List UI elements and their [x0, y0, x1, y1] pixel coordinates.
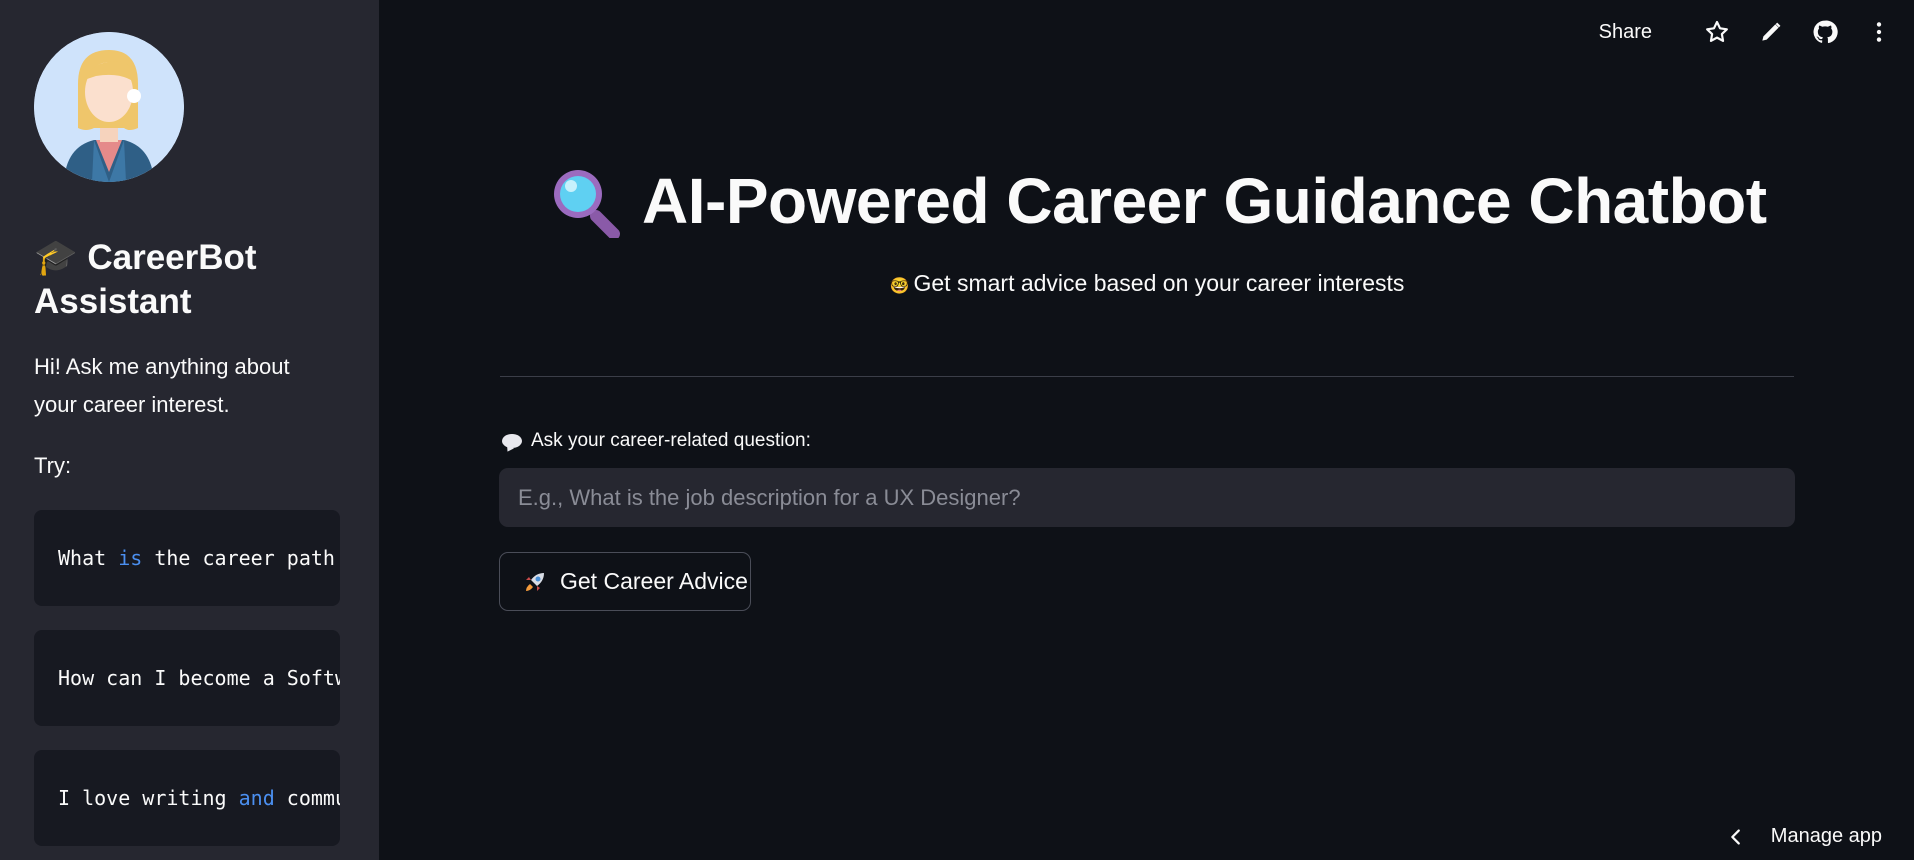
app-window: 🎓 CareerBot Assistant Hi! Ask me anythin… — [0, 0, 1914, 860]
speech-bubble-icon — [502, 434, 522, 448]
get-career-advice-button[interactable]: Get Career Advice — [499, 552, 751, 611]
share-button[interactable]: Share — [1599, 21, 1652, 44]
graduation-cap-icon: 🎓 — [34, 238, 78, 277]
manage-app-button[interactable]: Manage app — [1725, 825, 1882, 848]
example-code-block[interactable]: I love writing and communication skills — [34, 750, 340, 846]
sidebar-intro: Hi! Ask me anything about your career in… — [34, 354, 290, 417]
example-code-block[interactable]: What is the career path for a Data Scien… — [34, 510, 340, 606]
question-input-label: Ask your career-related question: — [502, 430, 811, 452]
pencil-icon[interactable] — [1756, 17, 1786, 47]
magnifier-icon — [548, 164, 622, 240]
sidebar-try-label: Try: — [34, 453, 72, 478]
sidebar: 🎓 CareerBot Assistant Hi! Ask me anythin… — [0, 0, 379, 860]
question-input[interactable] — [499, 468, 1795, 527]
page-title: AI-Powered Career Guidance Chatbot — [642, 165, 1767, 237]
page-subtitle: 🤓 Get smart advice based on your career i… — [500, 270, 1794, 297]
more-vertical-icon[interactable] — [1864, 17, 1894, 47]
question-label-text: Ask your career-related question: — [531, 430, 811, 451]
top-toolbar: Share — [1599, 14, 1894, 50]
rocket-icon — [522, 569, 548, 595]
github-icon[interactable] — [1810, 17, 1840, 47]
avatar — [34, 32, 184, 182]
star-icon[interactable] — [1702, 17, 1732, 47]
divider — [500, 376, 1794, 377]
example-code-block[interactable]: How can I become a Software Engineer? — [34, 630, 340, 726]
sidebar-title: 🎓 CareerBot Assistant — [34, 236, 354, 324]
button-label: Get Career Advice — [560, 568, 748, 594]
chevron-left-icon — [1730, 828, 1740, 845]
nerd-face-icon: 🤓 — [889, 278, 910, 295]
manage-app-label: Manage app — [1770, 825, 1882, 847]
subtitle-text: Get smart advice based on your career in… — [913, 270, 1405, 296]
page-title-row: AI-Powered Career Guidance Chatbot — [548, 160, 1767, 242]
